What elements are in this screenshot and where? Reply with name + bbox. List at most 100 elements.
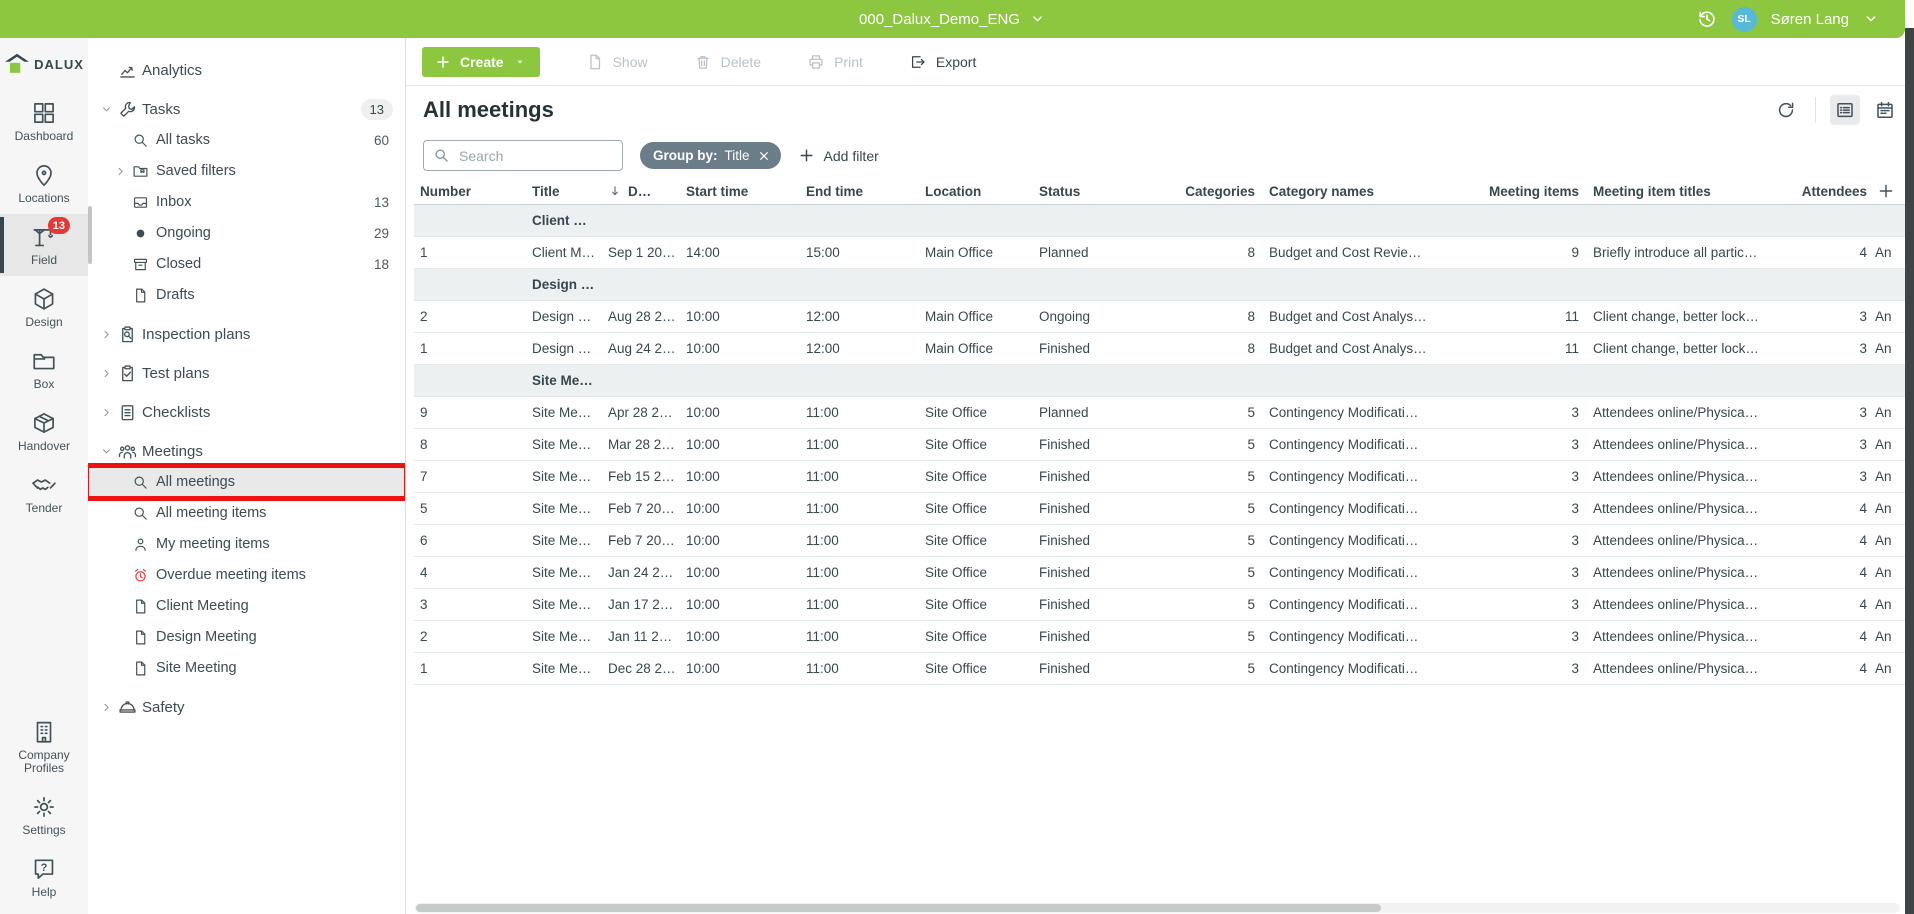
table-row[interactable]: 2Site Me…Jan 11 2…10:0011:00Site OfficeF… <box>414 621 1914 653</box>
rail-item-handover[interactable]: Handover <box>0 400 88 462</box>
cell-date: Jan 24 2… <box>606 565 684 580</box>
rail-item-help[interactable]: ?Help <box>0 846 88 908</box>
cell-end_time: 11:00 <box>804 597 923 612</box>
group-row-client[interactable]: Client … <box>414 205 1914 237</box>
rail-item-box[interactable]: Box <box>0 338 88 400</box>
dalux-logo[interactable]: DALUX <box>0 46 88 90</box>
chevron-right-icon[interactable] <box>100 328 118 341</box>
rail-item-label: Tender <box>26 502 63 515</box>
count-value: 60 <box>374 133 389 148</box>
rail-item-company-profiles[interactable]: Company Profiles <box>0 709 88 784</box>
cell-extra: An <box>1873 501 1891 516</box>
sidebar-item-test-plans[interactable]: Test plans <box>88 358 405 388</box>
create-button[interactable]: Create <box>422 47 540 77</box>
remove-group-by-icon[interactable] <box>757 149 771 163</box>
chevron-right-icon[interactable] <box>100 701 118 714</box>
cell-location: Main Office <box>923 341 1037 356</box>
delete-button[interactable]: Delete <box>694 53 761 71</box>
sidebar-item-safety[interactable]: Safety <box>88 692 405 722</box>
table-row[interactable]: 9Site Me…Apr 28 2…10:0011:00Site OfficeP… <box>414 397 1914 429</box>
table-row[interactable]: 7Site Me…Feb 15 2…10:0011:00Site OfficeF… <box>414 461 1914 493</box>
sidebar-item-saved-filters[interactable]: Saved filters <box>88 156 405 186</box>
sidebar-item-tasks[interactable]: Tasks13 <box>88 94 405 124</box>
sidebar-item-checklists[interactable]: Checklists <box>88 397 405 427</box>
rail-item-settings[interactable]: Settings <box>0 784 88 846</box>
sidebar-item-all-meetings[interactable]: All meetings <box>88 467 405 497</box>
column-header-start_time[interactable]: Start time <box>684 184 804 199</box>
column-header-meeting_items[interactable]: Meeting items <box>1485 184 1585 199</box>
column-header-title[interactable]: Title <box>530 184 606 199</box>
printer-icon <box>807 53 825 71</box>
cell-start_time: 10:00 <box>684 437 804 452</box>
rail-item-field[interactable]: 13Field <box>0 214 88 276</box>
avatar[interactable]: SL <box>1732 7 1757 32</box>
column-header-location[interactable]: Location <box>923 184 1037 199</box>
history-icon[interactable] <box>1696 8 1718 30</box>
cell-category_names: Budget and Cost Analys… <box>1261 309 1485 324</box>
sidebar-item-my-meeting-items[interactable]: My meeting items <box>88 529 405 559</box>
sidebar-item-label: Inbox <box>156 194 191 210</box>
chevron-down-icon[interactable] <box>100 445 118 458</box>
print-button[interactable]: Print <box>807 53 863 71</box>
sidebar-item-client-meeting[interactable]: Client Meeting <box>88 591 405 621</box>
sidebar-item-closed[interactable]: Closed18 <box>88 249 405 279</box>
sidebar-item-ongoing[interactable]: Ongoing29 <box>88 218 405 248</box>
table-row[interactable]: 3Site Me…Jan 17 2…10:0011:00Site OfficeF… <box>414 589 1914 621</box>
add-filter-button[interactable]: Add filter <box>798 147 879 164</box>
sidebar-item-site-meeting[interactable]: Site Meeting <box>88 653 405 683</box>
cell-meeting_items: 3 <box>1485 629 1585 644</box>
group-row-site-me[interactable]: Site Me… <box>414 365 1914 397</box>
sidebar-item-inspection-plans[interactable]: Inspection plans <box>88 319 405 349</box>
cell-end_time: 11:00 <box>804 565 923 580</box>
table-row[interactable]: 8Site Me…Mar 28 2…10:0011:00Site OfficeF… <box>414 429 1914 461</box>
table-row[interactable]: 2Design …Aug 28 2…10:0012:00Main OfficeO… <box>414 301 1914 333</box>
rail-item-dashboard[interactable]: Dashboard <box>0 90 88 152</box>
column-header-number[interactable]: Number <box>414 184 530 199</box>
project-switcher[interactable]: 000_Dalux_Demo_ENG <box>859 11 1046 28</box>
group-by-chip[interactable]: Group by: Title <box>640 142 781 169</box>
add-column-icon[interactable] <box>1875 180 1897 202</box>
sidebar-item-meetings[interactable]: Meetings <box>88 436 405 466</box>
sidebar-item-overdue-meeting-items[interactable]: Overdue meeting items <box>88 560 405 590</box>
rail-item-tender[interactable]: Tender <box>0 462 88 524</box>
chevron-right-icon[interactable] <box>114 165 132 178</box>
column-header-date[interactable]: D… <box>606 184 684 199</box>
column-header-categories[interactable]: Categories <box>1169 184 1261 199</box>
table-row[interactable]: 1Site Me…Dec 28 2…10:0011:00Site OfficeF… <box>414 653 1914 685</box>
show-button[interactable]: Show <box>586 53 648 71</box>
chevron-right-icon[interactable] <box>100 367 118 380</box>
table-row[interactable]: 1Client M…Sep 1 20…14:0015:00Main Office… <box>414 237 1914 269</box>
sidebar-item-design-meeting[interactable]: Design Meeting <box>88 622 405 652</box>
rail-item-locations[interactable]: Locations <box>0 152 88 214</box>
rail-item-design[interactable]: Design <box>0 276 88 338</box>
column-header-category_names[interactable]: Category names <box>1261 184 1485 199</box>
sidebar-scrollbar[interactable] <box>88 206 92 264</box>
cell-start_time: 10:00 <box>684 629 804 644</box>
cell-meeting_item_titles: Attendees online/Physica… <box>1585 469 1795 484</box>
table-row[interactable]: 4Site Me…Jan 24 2…10:0011:00Site OfficeF… <box>414 557 1914 589</box>
column-header-status[interactable]: Status <box>1037 184 1169 199</box>
chevron-right-icon[interactable] <box>100 406 118 419</box>
sidebar-item-analytics[interactable]: Analytics <box>88 55 405 85</box>
search-input[interactable] <box>457 147 613 165</box>
sidebar-item-all-tasks[interactable]: All tasks60 <box>88 125 405 155</box>
column-header-meeting_item_titles[interactable]: Meeting item titles <box>1585 184 1795 199</box>
table-row[interactable]: 1Design …Aug 24 2…10:0012:00Main OfficeF… <box>414 333 1914 365</box>
column-header-end_time[interactable]: End time <box>804 184 923 199</box>
chevron-down-icon[interactable] <box>100 103 118 116</box>
cell-meeting_item_titles: Client change, better lock… <box>1585 341 1795 356</box>
group-row-design[interactable]: Design … <box>414 269 1914 301</box>
horizontal-scrollbar-thumb[interactable] <box>416 904 1381 912</box>
refresh-button[interactable] <box>1771 95 1801 125</box>
table-row[interactable]: 5Site Me…Feb 7 20…10:0011:00Site OfficeF… <box>414 493 1914 525</box>
list-view-button[interactable] <box>1830 95 1860 125</box>
calendar-view-button[interactable] <box>1870 95 1900 125</box>
table-row[interactable]: 6Site Me…Feb 7 20…10:0011:00Site OfficeF… <box>414 525 1914 557</box>
sidebar-item-drafts[interactable]: Drafts <box>88 280 405 310</box>
sidebar-item-inbox[interactable]: Inbox13 <box>88 187 405 217</box>
sidebar-item-all-meeting-items[interactable]: All meeting items <box>88 498 405 528</box>
export-button[interactable]: Export <box>909 53 976 71</box>
column-header-attendees[interactable]: Attendees <box>1795 184 1873 199</box>
cell-location: Site Office <box>923 597 1037 612</box>
chevron-down-icon[interactable] <box>1863 11 1879 27</box>
